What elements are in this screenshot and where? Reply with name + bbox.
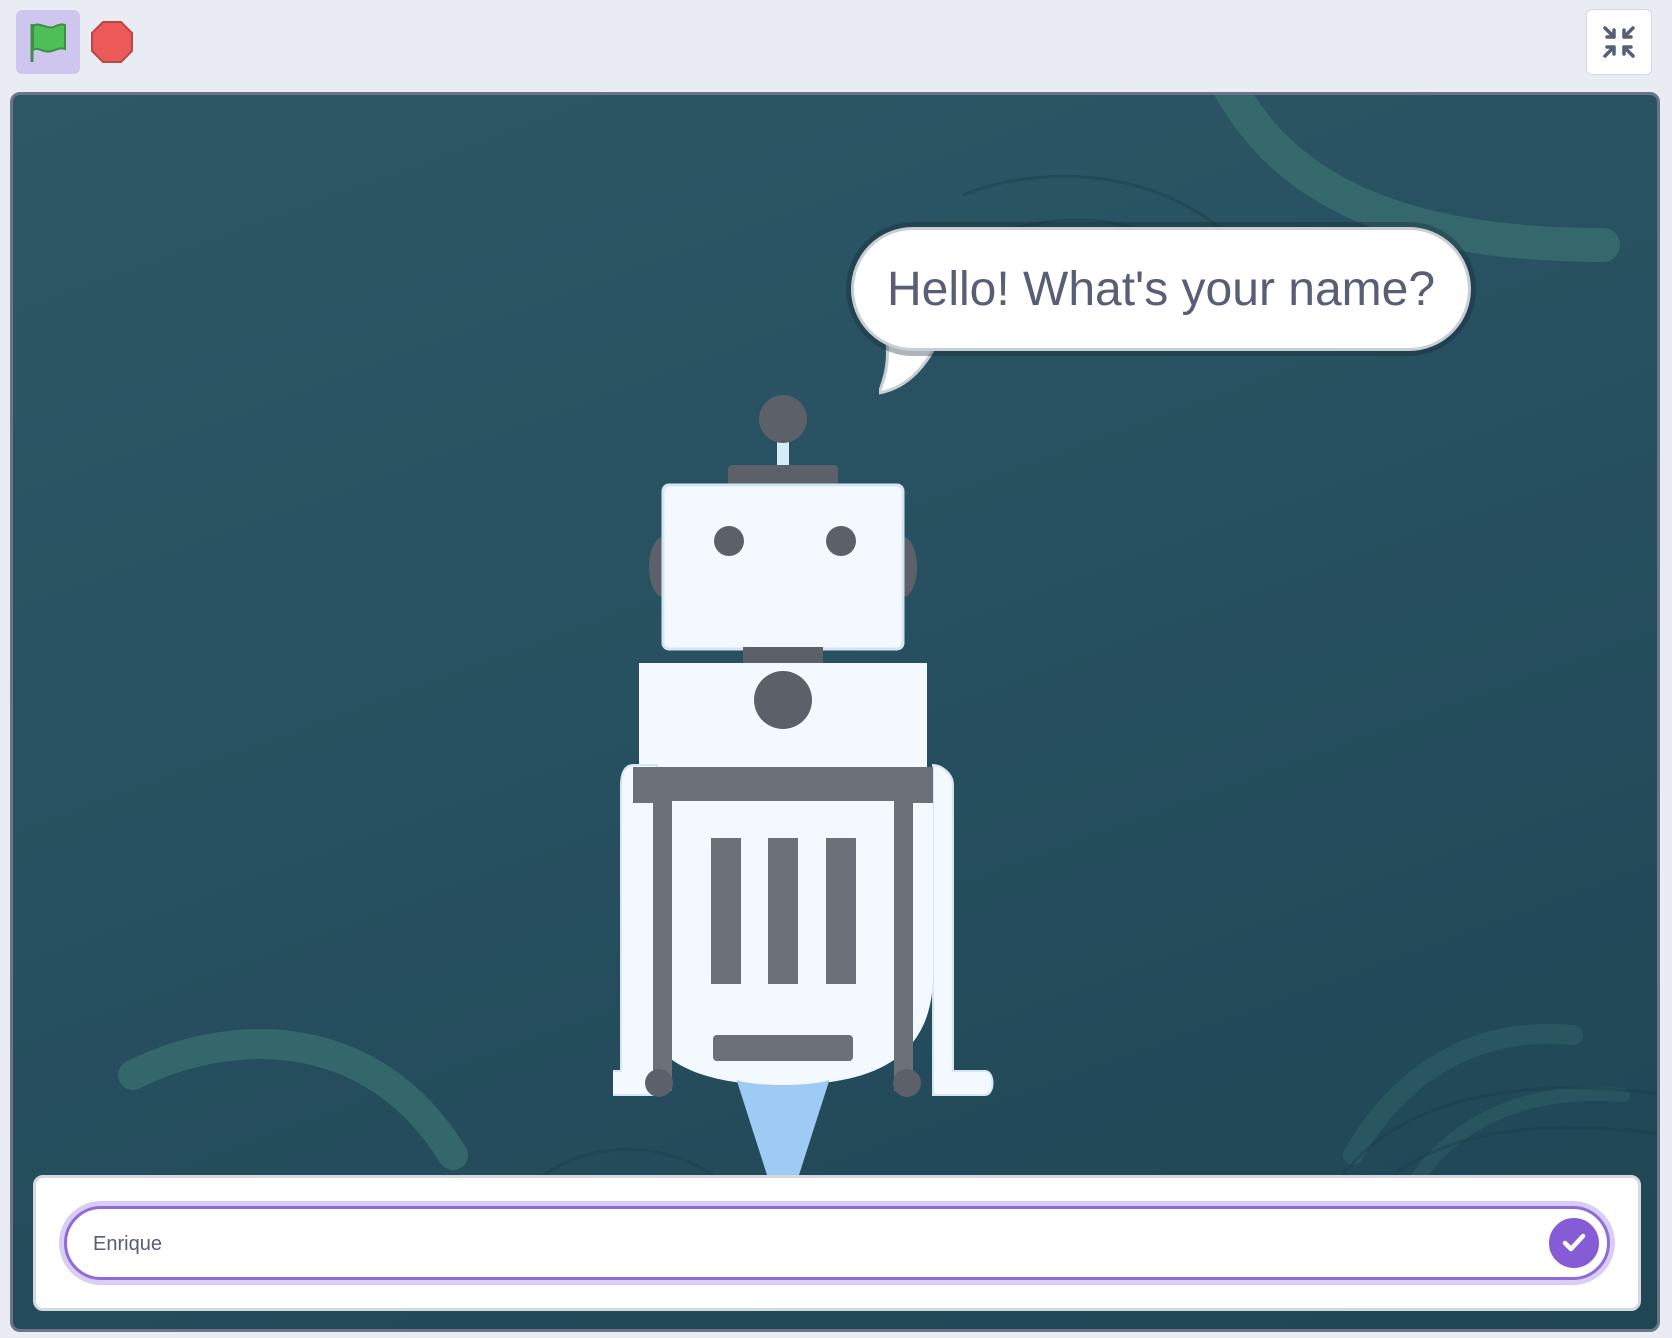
robot-grill-bar-2 (768, 838, 798, 984)
stage-toolbar (0, 0, 1672, 86)
ask-answer-input[interactable] (91, 1209, 1515, 1279)
stop-sign-icon (91, 21, 133, 63)
robot-grill-bar-3 (826, 838, 856, 984)
ask-prompt-panel (33, 1175, 1641, 1311)
exit-fullscreen-button[interactable] (1586, 9, 1652, 75)
ask-submit-button[interactable] (1547, 1216, 1601, 1270)
exit-fullscreen-icon (1603, 26, 1635, 58)
robot-chest-button (754, 671, 812, 729)
robot-head (661, 483, 905, 651)
robot-grill-bar-1 (711, 838, 741, 984)
robot-thruster-flame (735, 1075, 831, 1175)
speech-bubble-text: Hello! What's your name? (886, 262, 1436, 316)
robot-left-eye (714, 526, 744, 556)
robot-right-eye (826, 526, 856, 556)
robot-antenna-ball (759, 395, 807, 443)
robot-sprite[interactable] (613, 395, 1013, 1175)
robot-right-arm (932, 763, 994, 1096)
ask-input-container (64, 1206, 1610, 1280)
stop-button[interactable] (88, 16, 136, 68)
speech-bubble-tail (879, 343, 939, 395)
speech-bubble: Hello! What's your name? (851, 227, 1471, 351)
green-flag-icon (30, 23, 66, 62)
checkmark-icon (1562, 1233, 1586, 1252)
green-flag-button[interactable] (16, 10, 80, 74)
stage[interactable]: Hello! What's your name? (10, 92, 1660, 1332)
